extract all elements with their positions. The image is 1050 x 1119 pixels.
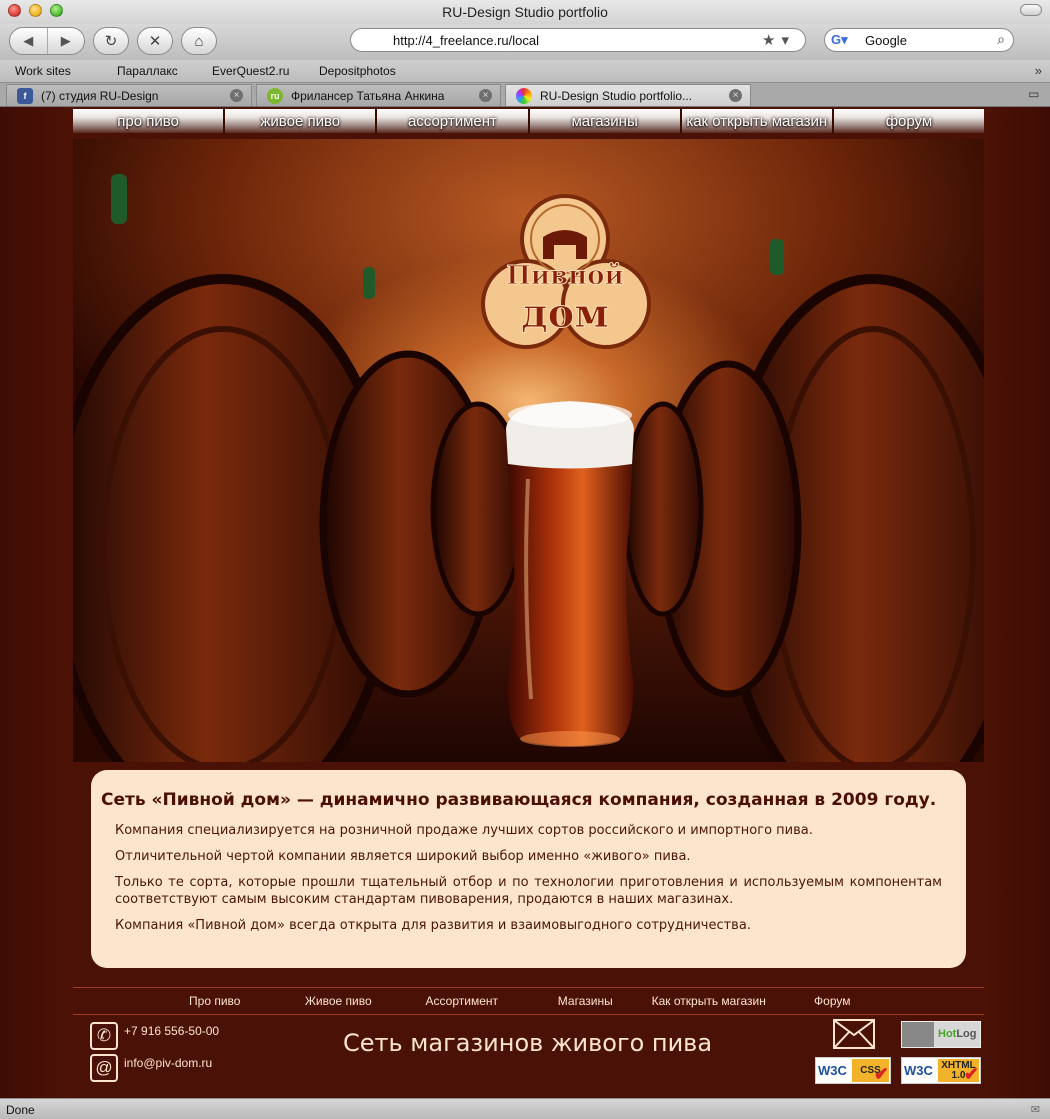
status-bar: Done ✉ [0,1098,1050,1119]
close-tab-icon[interactable]: × [230,89,243,102]
search-input[interactable]: Google [865,33,907,48]
phone-number: +7 916 556-50-00 [124,1024,220,1038]
back-forward-control: ◀ ▶ [9,27,85,55]
bookmarks-bar: Work sites Параллакс EverQuest2.ru Depos… [0,60,1050,83]
piv-dom-logo: Пивной дом [481,194,651,349]
tab-title: (7) студия RU-Design [41,89,159,103]
tab-list-icon[interactable]: ▭ [1028,87,1044,101]
menu-item-about-beer[interactable]: про пиво [73,109,223,133]
google-engine-icon[interactable]: G▾ [831,32,848,48]
bookmark-star-icon[interactable]: ★ [762,32,781,49]
menu-item-assortment[interactable]: ассортимент [375,109,527,133]
toolbar-toggle-button[interactable] [1020,4,1042,16]
close-tab-icon[interactable]: × [729,89,742,102]
w3c-css-badge[interactable]: W3C CSS ✔ [815,1057,891,1084]
forward-arrow-icon[interactable]: ▶ [46,28,85,54]
footer-link-open-shop[interactable]: Как открыть магазин [647,988,771,1014]
menu-item-live-beer[interactable]: живое пиво [223,109,375,133]
hero-banner: Пивной дом [73,139,984,762]
url-text[interactable]: http://4_freelance.ru/local [393,33,539,48]
intro-paragraph: Компания «Пивной дом» всегда открыта для… [115,918,751,933]
intro-paragraph: Компания специализируется на розничной п… [115,823,813,838]
tab-ru-design-facebook[interactable]: f (7) студия RU-Design × [6,84,252,106]
stop-icon: ✕ [148,33,162,50]
window-title: RU-Design Studio portfolio [442,4,608,20]
ru-design-icon [516,88,532,104]
footer-link-assortment[interactable]: Ассортимент [400,988,524,1014]
menu-item-shops[interactable]: магазины [527,109,680,133]
footer-menu: Про пиво Живое пиво Ассортимент Магазины… [73,987,984,1015]
checkmark-icon: ✔ [873,1064,889,1084]
home-icon: ⌂ [194,32,204,50]
home-button[interactable]: ⌂ [181,27,217,55]
bookmark-everquest2[interactable]: EverQuest2.ru [212,64,289,78]
phone-icon: ✆ [90,1022,118,1050]
footer-link-about-beer[interactable]: Про пиво [153,988,277,1014]
facebook-icon: f [17,88,33,104]
bookmarks-overflow-icon[interactable]: » [1035,63,1042,78]
hotlog-hot: Hot [938,1028,957,1040]
company-intro: Сеть «Пивной дом» — динамично развивающа… [91,770,966,968]
tab-strip: f (7) студия RU-Design × ru Фрилансер Та… [0,83,1050,107]
search-icon[interactable]: ⌕ [997,31,1005,48]
freelance-ru-icon: ru [267,88,283,104]
page-viewport: про пиво живое пиво ассортимент магазины… [0,107,1050,1098]
at-sign-icon: @ [90,1054,118,1082]
menu-item-forum[interactable]: форум [831,109,984,133]
tab-freelancer[interactable]: ru Фрилансер Татьяна Анкина × [256,84,501,106]
email-link[interactable]: info@piv-dom.ru [124,1056,212,1070]
w3c-logo: W3C [904,1063,933,1078]
bookmark-parallax[interactable]: Параллакс [117,64,178,78]
hotlog-log: Log [956,1028,977,1040]
envelope-glyph [834,1020,874,1048]
window-titlebar: RU-Design Studio portfolio [0,0,1050,24]
bookmark-work-sites[interactable]: Work sites [15,64,71,78]
tab-ru-design-portfolio[interactable]: RU-Design Studio portfolio... × [505,84,751,106]
menu-item-open-shop[interactable]: как открыть магазин [679,109,832,133]
status-text: Done [6,1103,35,1117]
envelope-icon[interactable] [833,1019,875,1049]
w3c-xhtml-badge[interactable]: W3C XHTML 1.0 ✔ [901,1057,981,1084]
footer-link-shops[interactable]: Магазины [524,988,648,1014]
intro-paragraph: Отличительной чертой компании является ш… [115,849,691,864]
logo-line1: Пивной [506,261,624,291]
beer-cellar-illustration: Пивной дом [73,174,984,762]
search-field[interactable]: G▾ Google ⌕ [824,28,1014,52]
bookmark-depositphotos[interactable]: Depositphotos [319,64,396,78]
intro-heading: Сеть «Пивной дом» — динамично развивающа… [101,790,937,810]
status-mail-icon: ✉ [1030,1104,1040,1116]
browser-toolbar: ◀ ▶ ↻ ✕ ⌂ http://4_freelance.ru/local ★▾… [0,24,1050,60]
footer-slogan: Сеть магазинов живого пива [343,1029,713,1057]
logo-line2: дом [521,290,609,337]
footer-link-forum[interactable]: Форум [771,988,895,1014]
hotlog-counter-badge[interactable]: HotLog [901,1021,981,1048]
intro-paragraph: Только те сорта, которые прошли тщательн… [115,875,942,907]
footer-link-live-beer[interactable]: Живое пиво [277,988,401,1014]
main-menu: про пиво живое пиво ассортимент магазины… [73,109,984,133]
w3c-logo: W3C [818,1063,847,1078]
stop-button[interactable]: ✕ [137,27,173,55]
back-arrow-icon[interactable]: ◀ [10,28,47,54]
url-dropdown-icon[interactable]: ▾ [781,32,795,49]
tab-title: RU-Design Studio portfolio... [540,89,693,103]
site-container: про пиво живое пиво ассортимент магазины… [73,107,984,1098]
hotlog-chart-icon [902,1022,934,1047]
beer-glass [506,401,634,747]
checkmark-icon: ✔ [963,1064,979,1084]
address-bar[interactable]: http://4_freelance.ru/local ★▾ [350,28,806,52]
close-tab-icon[interactable]: × [479,89,492,102]
reload-icon: ↻ [104,33,118,50]
reload-button[interactable]: ↻ [93,27,129,55]
tab-title: Фрилансер Татьяна Анкина [291,89,445,103]
